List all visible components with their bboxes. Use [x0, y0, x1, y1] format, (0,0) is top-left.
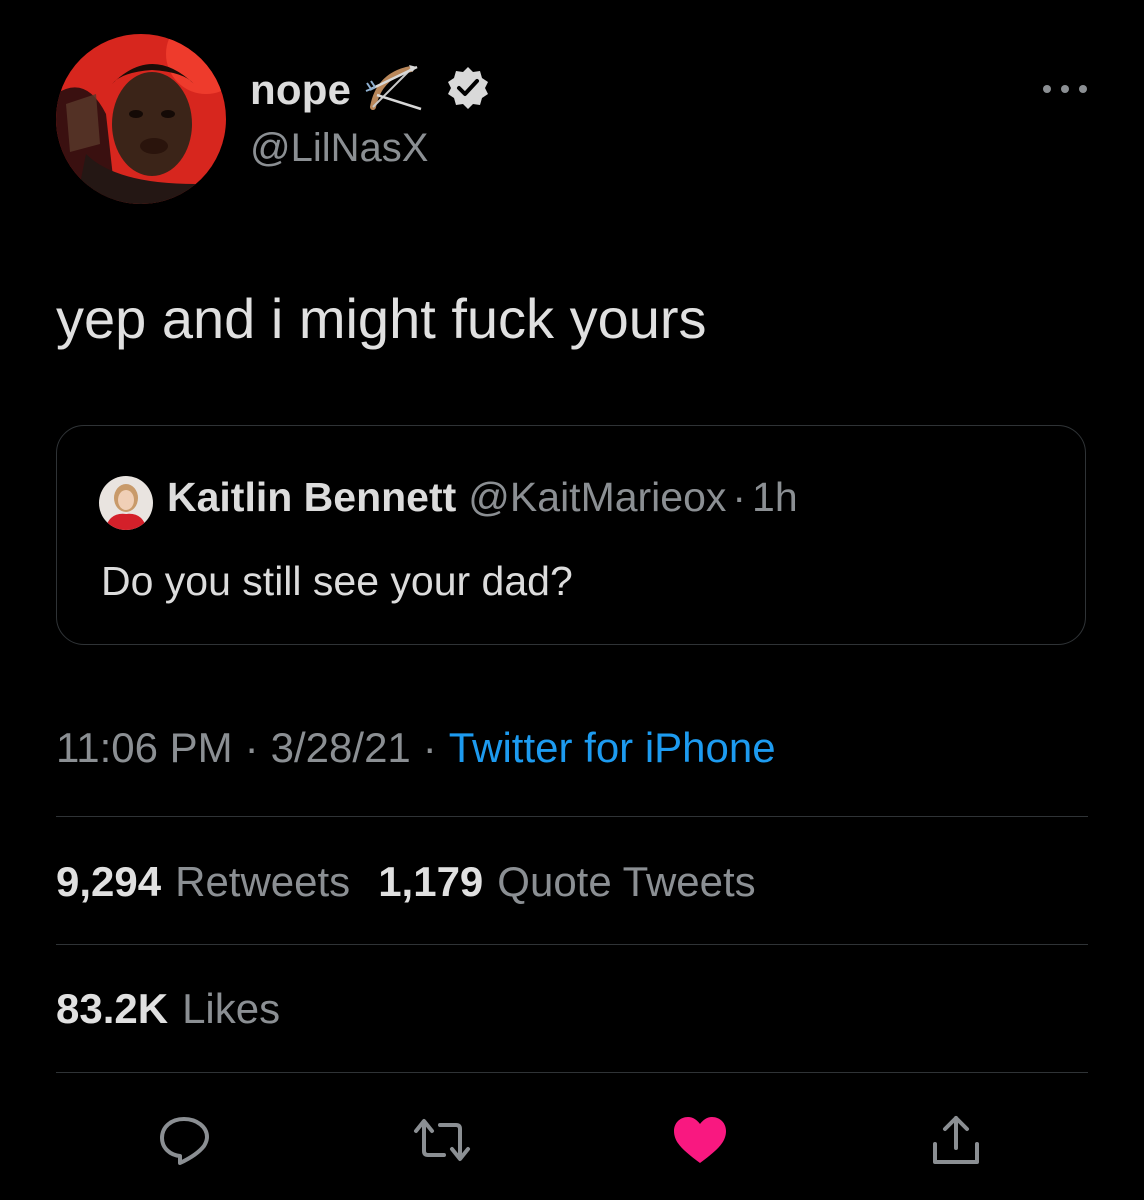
likes-label[interactable]: Likes — [182, 985, 280, 1033]
quoted-tweet-header: Kaitlin Bennett @KaitMarieox · 1h — [167, 474, 798, 521]
reply-icon[interactable] — [154, 1110, 214, 1170]
tweet-action-bar — [0, 1110, 1144, 1170]
author-avatar[interactable] — [56, 34, 226, 204]
retweet-icon[interactable] — [412, 1110, 472, 1170]
bow-and-arrow-icon — [365, 61, 431, 120]
tweet-text: yep and i might fuck yours — [56, 287, 707, 350]
verified-badge-icon — [445, 65, 491, 116]
author-display-name[interactable]: nope — [250, 66, 351, 114]
author-name-row[interactable]: nope — [250, 62, 491, 118]
likes-stats-row: 83.2K Likes — [56, 985, 308, 1033]
meta-separator-2: · — [422, 724, 437, 771]
quoted-separator: · — [732, 474, 747, 520]
quoted-tweet-card[interactable]: Kaitlin Bennett @KaitMarieox · 1h Do you… — [56, 425, 1086, 645]
divider — [56, 944, 1088, 945]
divider — [56, 1072, 1088, 1073]
divider — [56, 816, 1088, 817]
retweets-count[interactable]: 9,294 — [56, 858, 161, 906]
quoted-author-avatar — [99, 476, 153, 530]
quoted-author-handle: @KaitMarieox — [468, 474, 727, 520]
heart-icon[interactable] — [670, 1110, 730, 1170]
retweets-label[interactable]: Retweets — [175, 858, 350, 906]
meta-separator: · — [244, 724, 259, 771]
tweet-date: 3/28/21 — [270, 724, 411, 771]
quote-tweets-count[interactable]: 1,179 — [378, 858, 483, 906]
quoted-tweet-text: Do you still see your dad? — [101, 558, 573, 604]
quoted-time: 1h — [752, 474, 798, 520]
share-icon[interactable] — [926, 1110, 986, 1170]
retweet-stats-row: 9,294 Retweets 1,179 Quote Tweets — [56, 858, 784, 906]
more-options-icon[interactable] — [1040, 76, 1090, 102]
tweet-meta: 11:06 PM · 3/28/21 · Twitter for iPhone — [56, 724, 776, 772]
quoted-author-name: Kaitlin Bennett — [167, 474, 457, 520]
tweet-source-link[interactable]: Twitter for iPhone — [449, 724, 776, 772]
author-handle[interactable]: @LilNasX — [250, 126, 428, 171]
tweet-detail: nope @LilNasX yep and i might fuck yours… — [0, 0, 1144, 1200]
tweet-time: 11:06 PM — [56, 724, 233, 771]
quote-tweets-label[interactable]: Quote Tweets — [497, 858, 755, 906]
likes-count[interactable]: 83.2K — [56, 985, 168, 1033]
